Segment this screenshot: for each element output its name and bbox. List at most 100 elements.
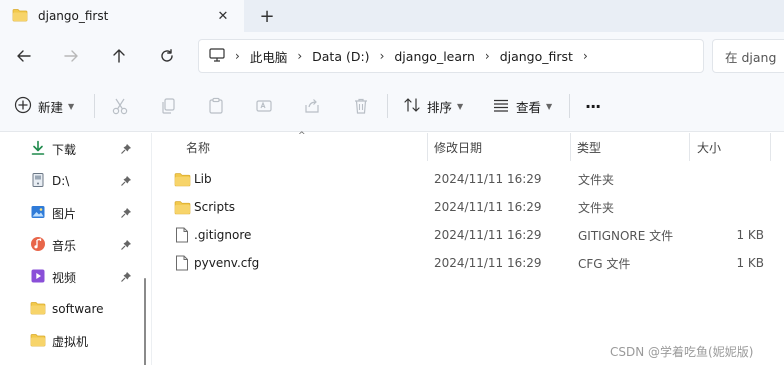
tab-django-first[interactable]: django_first ✕ xyxy=(0,0,244,32)
chevron-down-icon: ▼ xyxy=(546,101,553,111)
chevron-down-icon: ▼ xyxy=(457,101,464,111)
file-icon xyxy=(175,249,189,277)
new-tab-icon[interactable]: + xyxy=(256,5,278,27)
table-row[interactable]: Scripts 2024/11/11 16:29 文件夹 xyxy=(152,193,784,221)
file-modified: 2024/11/11 16:29 xyxy=(434,256,542,270)
share-icon[interactable] xyxy=(303,93,321,119)
music-icon xyxy=(30,236,46,255)
forward-arrow-icon[interactable] xyxy=(59,44,83,68)
view-list-icon xyxy=(492,96,510,117)
pin-icon[interactable] xyxy=(120,271,132,283)
file-icon xyxy=(175,221,189,249)
breadcrumb-this-pc[interactable]: 此电脑 xyxy=(250,47,288,66)
search-input[interactable]: 在 djang xyxy=(712,39,784,73)
column-header-type[interactable]: 类型 xyxy=(577,133,601,161)
chevron-right-icon: › xyxy=(235,49,240,63)
chevron-right-icon: › xyxy=(484,49,490,63)
back-arrow-icon[interactable] xyxy=(12,44,36,68)
sidebar-item-label: 下载 xyxy=(52,142,77,157)
column-divider[interactable] xyxy=(770,133,771,161)
table-row[interactable]: .gitignore 2024/11/11 16:29 GITIGNORE 文件… xyxy=(152,221,784,249)
file-modified: 2024/11/11 16:29 xyxy=(434,200,542,214)
file-name: pyvenv.cfg xyxy=(194,256,260,270)
column-divider[interactable] xyxy=(570,133,571,161)
computer-icon xyxy=(209,47,225,65)
folder-icon xyxy=(30,333,46,350)
chevron-right-icon: › xyxy=(379,49,385,63)
divider xyxy=(94,94,95,118)
sidebar-item-label: 虚拟机 xyxy=(52,334,89,349)
address-bar[interactable]: › 此电脑 › Data (D:) › django_learn › djang… xyxy=(198,39,704,73)
table-row[interactable]: pyvenv.cfg 2024/11/11 16:29 CFG 文件 1 KB xyxy=(152,249,784,277)
sidebar-item-music[interactable]: 音乐 xyxy=(30,233,140,257)
sort-button[interactable]: 排序 ▼ xyxy=(403,93,463,119)
file-modified: 2024/11/11 16:29 xyxy=(434,172,542,186)
delete-icon[interactable] xyxy=(352,93,370,119)
sort-ascending-icon: ^ xyxy=(298,131,306,141)
view-button[interactable]: 查看 ▼ xyxy=(492,93,552,119)
sidebar-item-label: 图片 xyxy=(52,206,77,221)
table-row[interactable]: Lib 2024/11/11 16:29 文件夹 xyxy=(152,165,784,193)
sidebar-item-virtual-machine[interactable]: 虚拟机 xyxy=(30,329,140,353)
navigation-bar: › 此电脑 › Data (D:) › django_learn › djang… xyxy=(0,32,784,80)
file-size: 1 KB xyxy=(736,228,764,242)
file-type: 文件夹 xyxy=(578,172,615,187)
sidebar-item-software[interactable]: software xyxy=(30,297,140,321)
file-modified: 2024/11/11 16:29 xyxy=(434,228,542,242)
column-divider[interactable] xyxy=(689,133,690,161)
rename-icon[interactable] xyxy=(255,93,273,119)
file-size xyxy=(712,165,764,193)
column-header-modified[interactable]: 修改日期 xyxy=(434,133,482,161)
column-header-name[interactable]: 名称 xyxy=(186,133,210,161)
breadcrumb-django-first[interactable]: django_first xyxy=(500,49,573,64)
close-tab-icon[interactable]: ✕ xyxy=(214,7,232,25)
paste-icon[interactable] xyxy=(207,93,225,119)
navigation-pane: 下载 D:\ 图片 音乐 视频 software 虚拟机 xyxy=(0,133,152,365)
tab-title: django_first xyxy=(38,9,109,23)
column-divider[interactable] xyxy=(427,133,428,161)
sidebar-item-label: software xyxy=(52,302,104,316)
cut-icon[interactable] xyxy=(111,93,129,119)
chevron-down-icon: ▼ xyxy=(68,101,75,111)
column-header-size[interactable]: 大小 xyxy=(697,133,721,161)
file-type: GITIGNORE 文件 xyxy=(578,228,674,243)
sidebar-item-downloads[interactable]: 下载 xyxy=(30,137,140,161)
folder-icon xyxy=(30,301,46,318)
new-label: 新建 xyxy=(38,99,64,115)
chevron-right-icon: › xyxy=(297,49,303,63)
search-placeholder: 在 djang xyxy=(725,49,777,65)
divider xyxy=(569,94,570,118)
watermark-text: CSDN @学着吃鱼(妮妮版) xyxy=(610,345,754,359)
file-size: 1 KB xyxy=(736,256,764,270)
pin-icon[interactable] xyxy=(120,175,132,187)
file-size xyxy=(712,193,764,221)
folder-icon xyxy=(174,193,191,221)
sidebar-item-pictures[interactable]: 图片 xyxy=(30,201,140,225)
sidebar-item-label: 视频 xyxy=(52,270,77,285)
breadcrumb-django-learn[interactable]: django_learn xyxy=(394,49,475,64)
sort-icon xyxy=(403,96,421,117)
divider xyxy=(387,94,388,118)
pin-icon[interactable] xyxy=(120,207,132,219)
sidebar-item-d-drive[interactable]: D:\ xyxy=(30,169,140,193)
pin-icon[interactable] xyxy=(120,239,132,251)
copy-icon[interactable] xyxy=(159,93,177,119)
command-bar: 新建 ▼ 排序 ▼ 查看 ▼ ··· xyxy=(0,80,784,132)
up-arrow-icon[interactable] xyxy=(107,44,131,68)
plus-circle-icon xyxy=(14,96,32,117)
refresh-icon[interactable] xyxy=(155,44,179,68)
sidebar-scrollbar[interactable] xyxy=(144,278,146,365)
file-list: ^ 名称 修改日期 类型 大小 Lib 2024/11/11 16:29 文件夹… xyxy=(152,131,784,365)
sort-label: 排序 xyxy=(427,99,453,115)
file-name: Lib xyxy=(194,172,212,186)
new-button[interactable]: 新建 ▼ xyxy=(14,93,74,119)
breadcrumb-data-drive[interactable]: Data (D:) xyxy=(312,49,369,64)
pin-icon[interactable] xyxy=(120,143,132,155)
folder-icon xyxy=(12,8,28,25)
chevron-right-icon[interactable]: › xyxy=(583,49,588,63)
sidebar-item-label: D:\ xyxy=(52,174,70,188)
pictures-icon xyxy=(30,204,46,223)
more-options-button[interactable]: ··· xyxy=(585,93,601,119)
file-name: Scripts xyxy=(194,200,236,214)
sidebar-item-videos[interactable]: 视频 xyxy=(30,265,140,289)
